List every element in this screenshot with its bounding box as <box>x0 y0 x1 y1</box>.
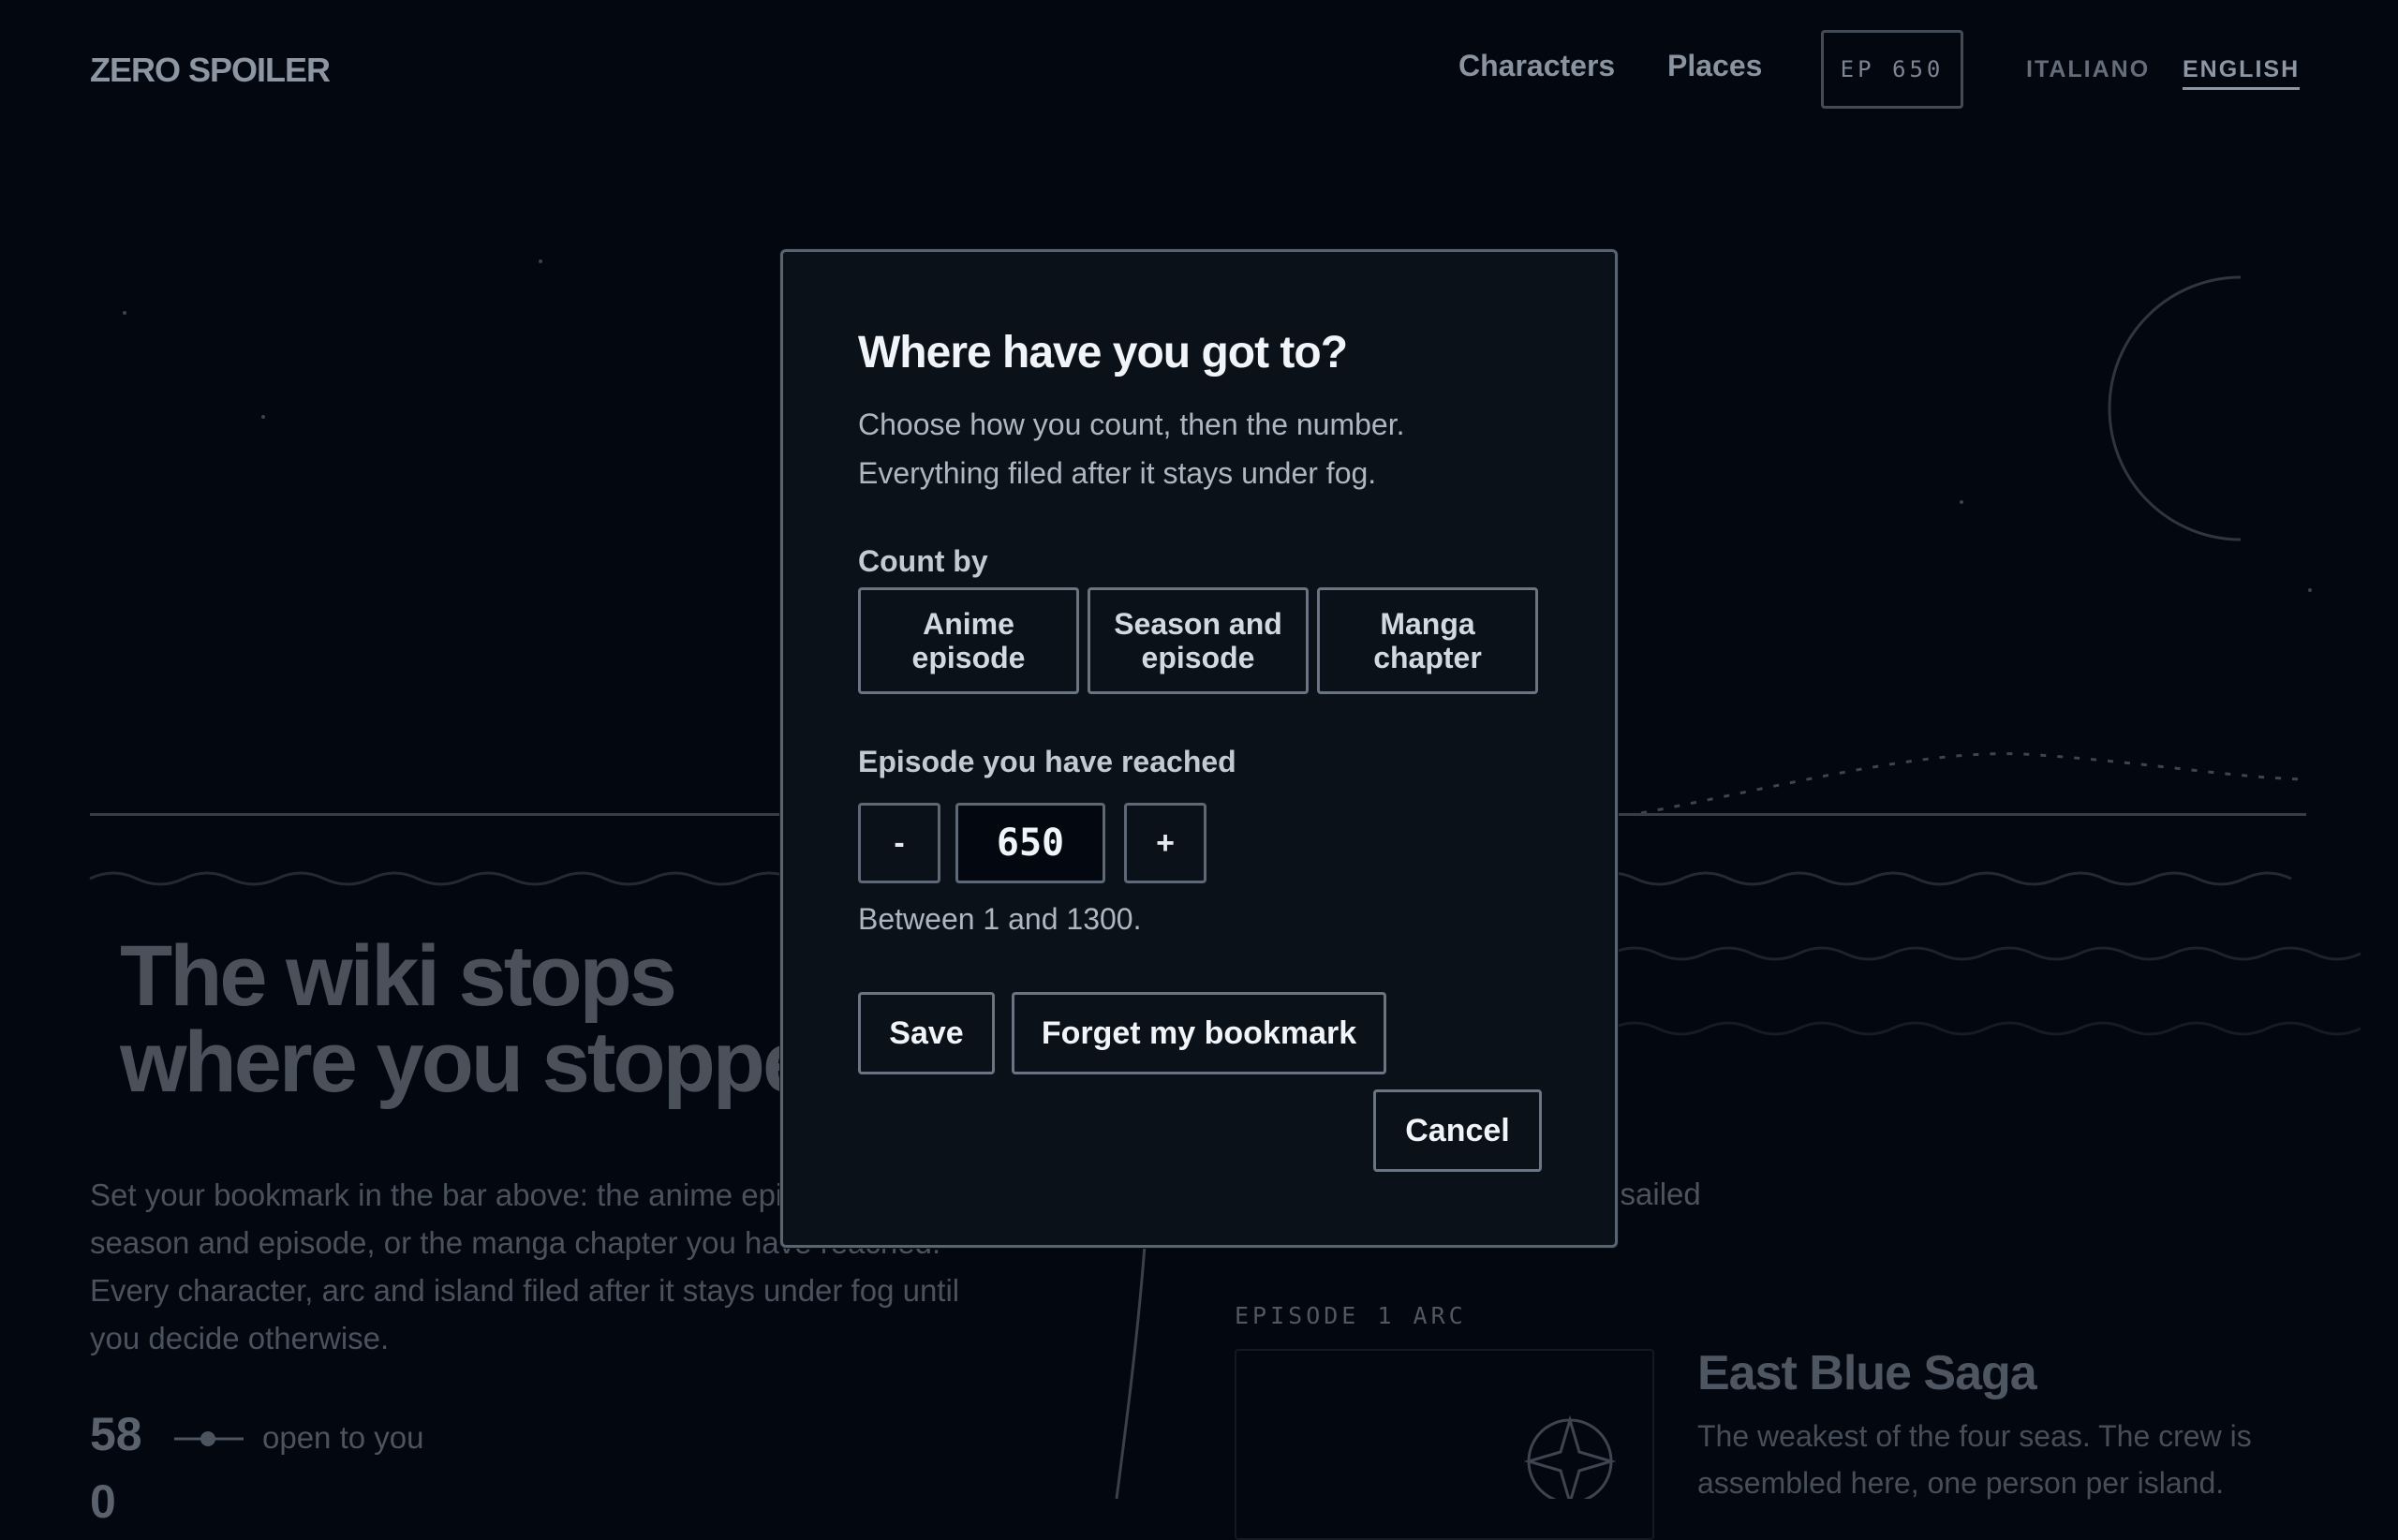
stat-open-label: open to you <box>262 1420 424 1455</box>
hero-text-line: you decide otherwise. <box>90 1321 390 1355</box>
star <box>539 259 542 263</box>
dialog-description: Choose how you count, then the number. E… <box>858 400 1405 497</box>
option-line: Season and <box>1114 607 1282 641</box>
route-line <box>1115 1245 1147 1499</box>
star <box>261 415 265 419</box>
count-by-season-episode-button[interactable]: Season and episode <box>1088 587 1309 694</box>
arc-description-line: assembled here, one person per island. <box>1697 1466 2225 1500</box>
count-by-manga-chapter-button[interactable]: Manga chapter <box>1317 587 1538 694</box>
bookmark-dialog: Where have you got to? Choose how you co… <box>780 249 1618 1248</box>
arc-title[interactable]: East Blue Saga <box>1697 1345 2037 1401</box>
range-hint: Between 1 and 1300. <box>858 902 1142 936</box>
episode-number-input[interactable] <box>955 803 1105 883</box>
hero-text-line: Every character, arc and island filed af… <box>90 1273 960 1308</box>
option-line: episode <box>1141 641 1255 674</box>
star <box>123 311 126 315</box>
arc-card[interactable] <box>1235 1349 1654 1540</box>
wave-line <box>1610 946 2361 961</box>
wave-line <box>1610 1021 2361 1036</box>
option-line: Manga <box>1380 607 1475 641</box>
forget-bookmark-button[interactable]: Forget my bookmark <box>1012 992 1386 1074</box>
arc-description-line: The weakest of the four seas. The crew i… <box>1697 1419 2252 1453</box>
dialog-description-line: Choose how you count, then the number. <box>858 407 1405 441</box>
save-button[interactable]: Save <box>858 992 995 1074</box>
episode-reached-label: Episode you have reached <box>858 745 1236 778</box>
option-line: Anime <box>923 607 1014 641</box>
stat-fog-count: 0 <box>90 1475 116 1528</box>
arc-label: EPISODE 1 ARC <box>1235 1302 1467 1329</box>
star <box>2308 588 2312 592</box>
island-outline <box>1640 752 2305 815</box>
stat-open-count: 58 <box>90 1408 142 1460</box>
stat-dot <box>200 1431 215 1446</box>
moon-arc <box>2108 275 2242 541</box>
count-by-anime-episode-button[interactable]: Anime episode <box>858 587 1079 694</box>
increment-button[interactable]: + <box>1124 803 1206 883</box>
hero-title-line: where you stoppe <box>120 1014 810 1110</box>
hero-title-line: The wiki stops <box>120 928 677 1024</box>
arc-description: The weakest of the four seas. The crew i… <box>1697 1413 2353 1506</box>
star <box>1960 500 1963 504</box>
dialog-title: Where have you got to? <box>858 328 1348 378</box>
count-by-label: Count by <box>858 544 988 578</box>
option-line: chapter <box>1373 641 1482 674</box>
hero-title: The wiki stops where you stoppe <box>120 928 810 1110</box>
decrement-button[interactable]: - <box>858 803 940 883</box>
dialog-description-line: Everything filed after it stays under fo… <box>858 456 1377 490</box>
option-line: episode <box>911 641 1026 674</box>
cancel-button[interactable]: Cancel <box>1373 1089 1542 1172</box>
